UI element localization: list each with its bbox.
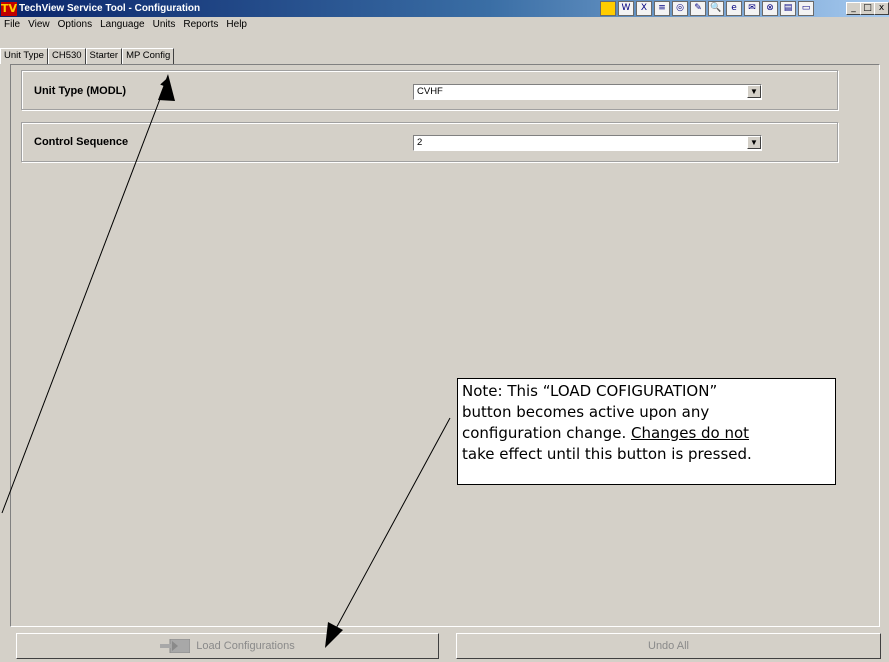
note-line: take effect until this button is pressed… [462,445,752,463]
close-button[interactable]: x [874,2,889,15]
tab-mp-config[interactable]: MP Config [122,48,175,64]
unit-type-group: Unit Type (MODL) CVHF ▼ [21,70,838,110]
control-sequence-select[interactable]: 2 ▼ [413,135,762,151]
menu-bar: File View Options Language Units Reports… [0,17,889,32]
control-sequence-label: Control Sequence [34,136,129,148]
note-emphasis: Changes do not [631,424,750,442]
undo-all-button[interactable]: Undo All [456,633,881,659]
load-configurations-button[interactable]: Load Configurations [16,633,439,659]
settings-icon[interactable]: ⊗ [762,1,778,16]
edit-icon[interactable]: ✎ [690,1,706,16]
load-configurations-label: Load Configurations [196,640,295,652]
chevron-down-icon[interactable]: ▼ [747,85,761,98]
window-icon[interactable]: ▤ [780,1,796,16]
load-icon [160,638,191,654]
application-window: TV TechView Service Tool - Configuration… [0,0,889,662]
menu-file[interactable]: File [0,19,24,30]
unit-type-value: CVHF [417,86,443,97]
note-line: configuration change. Changes do not [462,423,831,444]
menu-help[interactable]: Help [222,19,251,30]
minimize-button[interactable]: _ [846,2,861,15]
window-title: TechView Service Tool - Configuration [19,3,201,14]
note-line: button becomes active upon any [462,403,710,421]
excel-icon[interactable]: X [636,1,652,16]
search-icon[interactable]: 🔍 [708,1,724,16]
chevron-down-icon[interactable]: ▼ [747,136,761,149]
browser-icon[interactable]: e [726,1,742,16]
note-text: configuration change. [462,424,632,442]
undo-all-label: Undo All [648,640,689,652]
menu-units[interactable]: Units [149,19,180,30]
tray-toolbar: W X ≡ ◎ ✎ 🔍 e ✉ ⊗ ▤ ▭ [600,1,814,16]
maximize-button[interactable]: □ [860,2,875,15]
unit-type-label: Unit Type (MODL) [34,85,127,97]
app-logo-icon: TV [1,1,18,16]
mail-icon[interactable]: ✉ [744,1,760,16]
tab-starter[interactable]: Starter [85,48,123,64]
tray-app-icon[interactable] [600,1,616,16]
control-sequence-group: Control Sequence 2 ▼ [21,122,838,162]
tab-unit-type[interactable]: Unit Type [0,48,48,64]
menu-language[interactable]: Language [96,19,149,30]
control-sequence-value: 2 [417,137,423,148]
unit-type-select[interactable]: CVHF ▼ [413,84,762,100]
annotation-note: Note: This “LOAD COFIGURATION” button be… [457,378,836,485]
tab-ch530[interactable]: CH530 [47,48,86,64]
tab-strip: Unit Type CH530 Starter MP Config [0,48,175,64]
target-icon[interactable]: ◎ [672,1,688,16]
desktop-icon[interactable]: ▭ [798,1,814,16]
menu-view[interactable]: View [24,19,54,30]
menu-reports[interactable]: Reports [179,19,222,30]
list-icon[interactable]: ≡ [654,1,670,16]
word-icon[interactable]: W [618,1,634,16]
menu-options[interactable]: Options [54,19,96,30]
tab-content-panel: Unit Type (MODL) CVHF ▼ Control Sequence… [10,64,880,627]
note-line: Note: This “LOAD COFIGURATION” [462,382,718,400]
